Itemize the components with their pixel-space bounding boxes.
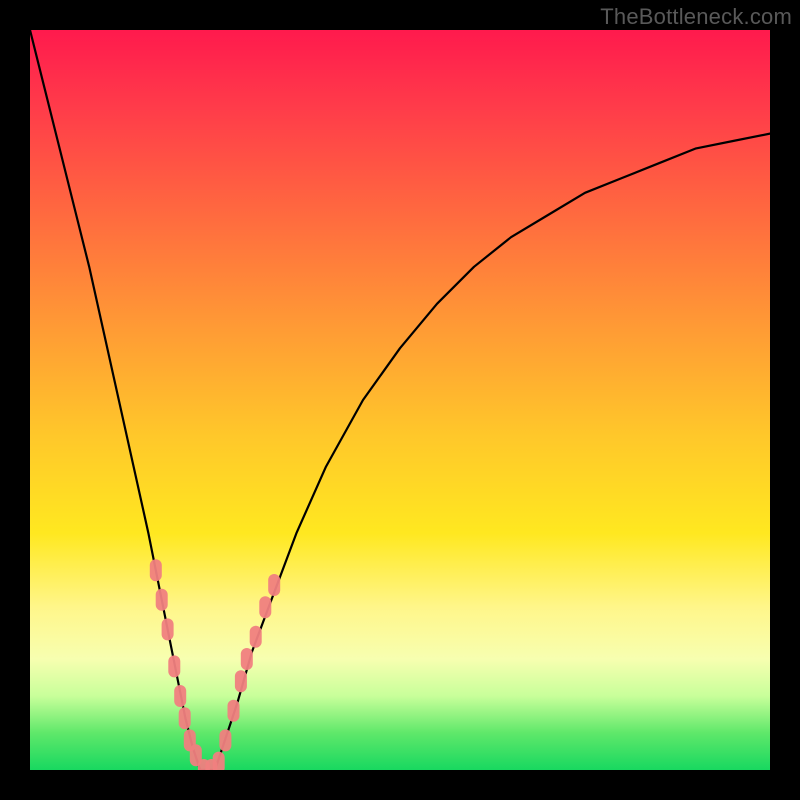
- bead-marker: [162, 618, 174, 640]
- bead-marker: [250, 626, 262, 648]
- chart-frame: TheBottleneck.com: [0, 0, 800, 800]
- plot-area: [30, 30, 770, 770]
- bead-marker: [179, 707, 191, 729]
- bead-marker: [168, 655, 180, 677]
- bead-marker: [268, 574, 280, 596]
- bead-marker: [235, 670, 247, 692]
- watermark-text: TheBottleneck.com: [600, 4, 792, 30]
- bead-marker: [156, 589, 168, 611]
- highlight-beads: [150, 559, 280, 770]
- bottleneck-curve: [30, 30, 770, 770]
- bead-marker: [150, 559, 162, 581]
- bead-marker: [259, 596, 271, 618]
- bead-marker: [174, 685, 186, 707]
- curve-svg: [30, 30, 770, 770]
- bead-marker: [241, 648, 253, 670]
- bead-marker: [213, 752, 225, 770]
- bottleneck-curve-path: [30, 30, 770, 770]
- bead-marker: [228, 700, 240, 722]
- bead-marker: [219, 729, 231, 751]
